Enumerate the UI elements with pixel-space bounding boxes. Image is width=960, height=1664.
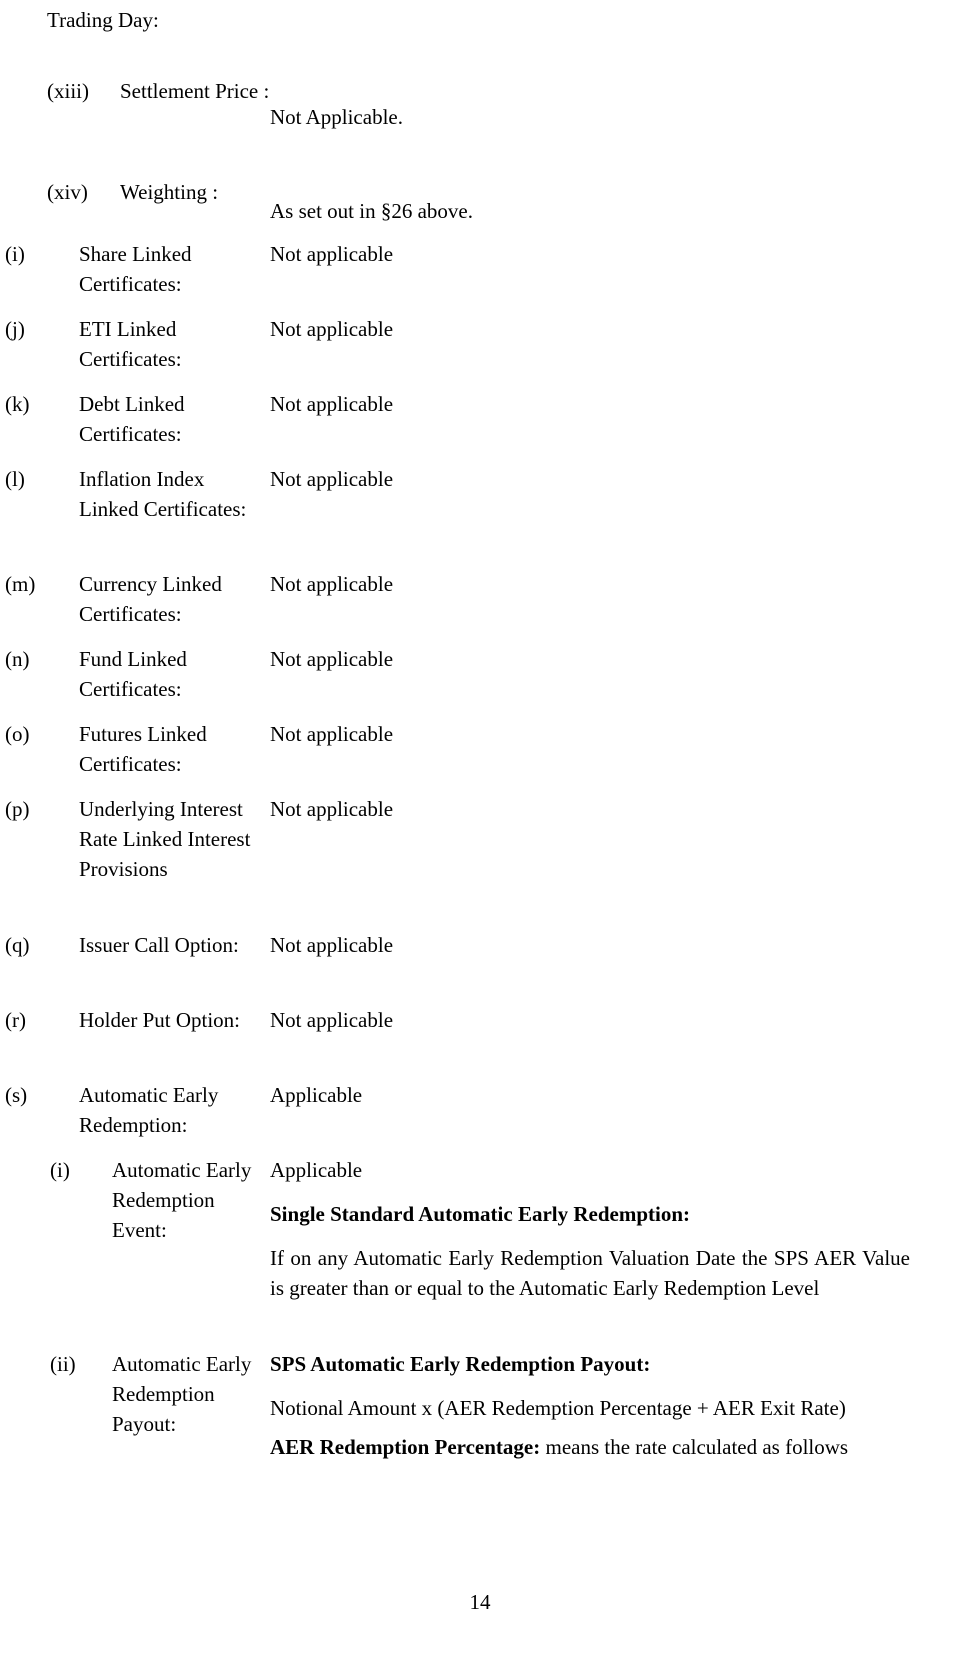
row-value: As set out in §26 above. bbox=[270, 199, 473, 223]
row-label: Holder Put Option: bbox=[79, 1008, 240, 1032]
row-number: (q) bbox=[5, 933, 30, 957]
row-number: (m) bbox=[5, 572, 36, 596]
subrow-number: (i) bbox=[50, 1158, 70, 1182]
row-value: Not applicable bbox=[270, 797, 394, 821]
row-value: Not applicable bbox=[270, 467, 394, 491]
row-number: (s) bbox=[5, 1083, 28, 1107]
subrow-label: Automatic Early Redemption Payout: bbox=[112, 1352, 252, 1436]
page-number: 14 bbox=[469, 1590, 491, 1614]
row-value: Not applicable bbox=[270, 392, 394, 416]
row-number: (p) bbox=[5, 797, 30, 821]
subrow-value-heading: SPS Automatic Early Redemption Payout: bbox=[270, 1352, 651, 1376]
row-label: Futures Linked Certificates: bbox=[79, 722, 207, 776]
row-number: (i) bbox=[5, 242, 25, 266]
row-value: Not applicable bbox=[270, 317, 394, 341]
subrow-value-tail: AER Redemption Percentage: means the rat… bbox=[270, 1432, 910, 1462]
row-value: Not applicable bbox=[270, 242, 394, 266]
row-number: (xiv) bbox=[47, 180, 88, 204]
subrow-value-body: Notional Amount x (AER Redemption Percen… bbox=[270, 1396, 846, 1420]
row-value: Not applicable bbox=[270, 722, 394, 746]
row-value: Not Applicable. bbox=[270, 105, 403, 129]
row-label: ETI Linked Certificates: bbox=[79, 317, 182, 371]
subrow-label: Automatic Early Redemption Event: bbox=[112, 1158, 252, 1242]
row-number: (r) bbox=[5, 1008, 26, 1032]
subrow-value-body: If on any Automatic Early Redemption Val… bbox=[270, 1246, 910, 1300]
subrow-value-line1: Applicable bbox=[270, 1158, 363, 1182]
row-value: Not applicable bbox=[270, 572, 394, 596]
row-number: (k) bbox=[5, 392, 30, 416]
row-label: Inflation Index Linked Certificates: bbox=[79, 467, 247, 521]
row-label: Currency Linked Certificates: bbox=[79, 572, 222, 626]
page-heading: Trading Day: bbox=[47, 8, 159, 32]
aer-redemption-percentage-rest: means the rate calculated as follows bbox=[540, 1435, 849, 1459]
aer-redemption-percentage-term: AER Redemption Percentage: bbox=[270, 1435, 541, 1459]
row-label: Automatic Early Redemption: bbox=[79, 1083, 219, 1137]
row-label: Debt Linked Certificates: bbox=[79, 392, 185, 446]
row-number: (j) bbox=[5, 317, 25, 341]
row-label: Fund Linked Certificates: bbox=[79, 647, 187, 701]
subrow-number: (ii) bbox=[50, 1352, 76, 1376]
row-number: (o) bbox=[5, 722, 30, 746]
row-value: Not applicable bbox=[270, 933, 394, 957]
row-value: Applicable bbox=[270, 1083, 363, 1107]
subrow-value-heading: Single Standard Automatic Early Redempti… bbox=[270, 1202, 691, 1226]
row-value: Not applicable bbox=[270, 1008, 394, 1032]
row-value: Not applicable bbox=[270, 647, 394, 671]
row-number: (xiii) bbox=[47, 79, 89, 103]
row-number: (l) bbox=[5, 467, 25, 491]
row-label: Issuer Call Option: bbox=[79, 933, 239, 957]
row-number: (n) bbox=[5, 647, 30, 671]
row-label: Share Linked Certificates: bbox=[79, 242, 192, 296]
row-label: Underlying Interest Rate Linked Interest… bbox=[79, 797, 251, 881]
document-page: Trading Day: (xiii) Settlement Price : N… bbox=[0, 0, 960, 1664]
